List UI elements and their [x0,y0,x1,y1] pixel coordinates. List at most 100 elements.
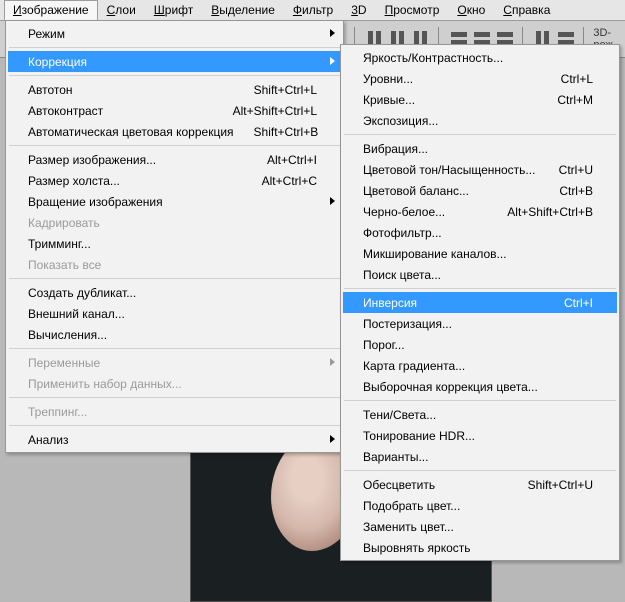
menu-separator [9,397,340,398]
menu-item-label: Выборочная коррекция цвета... [363,380,593,394]
menu-item[interactable]: Выровнять яркость [343,537,617,558]
menu-item[interactable]: Цветовой тон/Насыщенность...Ctrl+U [343,159,617,180]
menu-item[interactable]: Создать дубликат... [8,282,341,303]
menu-item-label: Уровни... [363,72,541,86]
menu-item[interactable]: Внешний канал... [8,303,341,324]
menu-separator [344,288,616,289]
menu-item[interactable]: Тени/Света... [343,404,617,425]
menu-item-label: Цветовой баланс... [363,184,539,198]
menu-item-label: Размер изображения... [28,153,247,167]
menu-item[interactable]: Тримминг... [8,233,341,254]
menu-separator [9,75,340,76]
menubar-item[interactable]: Просмотр [376,0,449,21]
menu-item-label: Постеризация... [363,317,593,331]
menu-item-label: Вычисления... [28,328,317,342]
menu-item[interactable]: АвтоконтрастAlt+Shift+Ctrl+L [8,100,341,121]
menu-item[interactable]: Анализ [8,429,341,450]
menu-item-label: Автотон [28,83,234,97]
menu-item-label: Создать дубликат... [28,286,317,300]
menu-item-label: Анализ [28,433,317,447]
menu-item[interactable]: Тонирование HDR... [343,425,617,446]
menu-item-label: Коррекция [28,55,317,69]
menu-item-label: Цветовой тон/Насыщенность... [363,163,539,177]
menu-item[interactable]: Вычисления... [8,324,341,345]
menu-item[interactable]: Вибрация... [343,138,617,159]
menu-separator [9,348,340,349]
menu-item[interactable]: Порог... [343,334,617,355]
menu-item-label: Карта градиента... [363,359,593,373]
menu-separator [9,145,340,146]
menu-item-label: Кривые... [363,93,537,107]
menu-item-label: Фотофильтр... [363,226,593,240]
image-menu-dropdown: Режим Коррекция Автотон Shift+Ctrl+L Автокон… [5,20,344,453]
menu-item-label: Переменные [28,356,317,370]
menu-item[interactable]: Постеризация... [343,313,617,334]
menu-item-label: Внешний канал... [28,307,317,321]
menu-item-label: Вращение изображения [28,195,317,209]
menu-item[interactable]: Размер холста... Alt+Ctrl+C [8,170,341,191]
submenu-arrow-icon [330,57,335,65]
menu-item[interactable]: Поиск цвета... [343,264,617,285]
menu-item[interactable]: Черно-белое... Alt+Shift+Ctrl+B [343,201,617,222]
menu-item[interactable]: Уровни... Ctrl+L [343,68,617,89]
menu-item-label: Выровнять яркость [363,541,593,555]
menu-item-shortcut: Ctrl+I [564,296,593,310]
menu-item-shortcut: Alt+Shift+Ctrl+L [233,104,317,118]
submenu-arrow-icon [330,29,335,37]
menu-item[interactable]: Подобрать цвет... [343,495,617,516]
menu-item[interactable]: Коррекция [8,51,341,72]
menu-item[interactable]: Кривые...Ctrl+M [343,89,617,110]
submenu-arrow-icon [330,435,335,443]
menu-item-label: Кадрировать [28,216,317,230]
menu-item[interactable]: Варианты... [343,446,617,467]
menu-item: Кадрировать [8,212,341,233]
menubar-item[interactable]: Фильтр [284,0,342,21]
menu-item[interactable]: ИнверсияCtrl+I [343,292,617,313]
menubar-item[interactable]: 3D [342,0,375,21]
menu-item[interactable]: Фотофильтр... [343,222,617,243]
menu-item-shortcut: Alt+Ctrl+C [262,174,317,188]
menu-item[interactable]: Выборочная коррекция цвета... [343,376,617,397]
menu-item-shortcut: Shift+Ctrl+L [254,83,317,97]
menu-item-label: Подобрать цвет... [363,499,593,513]
menu-separator [9,425,340,426]
menubar-item[interactable]: Справка [494,0,559,21]
submenu-arrow-icon [330,358,335,366]
menu-item-label: Экспозиция... [363,114,593,128]
menu-item[interactable]: Карта градиента... [343,355,617,376]
menu-item[interactable]: Экспозиция... [343,110,617,131]
menu-item[interactable]: Автотон Shift+Ctrl+L [8,79,341,100]
menu-item-label: Поиск цвета... [363,268,593,282]
menu-item-shortcut: Shift+Ctrl+B [254,125,319,139]
menubar-item[interactable]: Изображение [4,0,98,21]
menu-item-shortcut: Ctrl+L [561,72,593,86]
menu-item[interactable]: Автоматическая цветовая коррекция Shift+C… [8,121,341,142]
menu-item-label: Вибрация... [363,142,593,156]
menu-item-label: Тримминг... [28,237,317,251]
menu-separator [344,134,616,135]
menu-item[interactable]: Яркость/Контрастность... [343,47,617,68]
menu-item-label: Тонирование HDR... [363,429,593,443]
menu-item[interactable]: Вращение изображения [8,191,341,212]
menu-item: Применить набор данных... [8,373,341,394]
menu-item-shortcut: Alt+Shift+Ctrl+B [507,205,593,219]
menu-item[interactable]: Режим [8,23,341,44]
menu-item[interactable]: ОбесцветитьShift+Ctrl+U [343,474,617,495]
menubar-item[interactable]: Слои [98,0,145,21]
menu-item-label: Черно-белое... [363,205,487,219]
menu-item[interactable]: Цветовой баланс...Ctrl+B [343,180,617,201]
menubar-item[interactable]: Окно [448,0,494,21]
menu-item[interactable]: Размер изображения...Alt+Ctrl+I [8,149,341,170]
menu-item[interactable]: Заменить цвет... [343,516,617,537]
menubar-item[interactable]: Шрифт [145,0,202,21]
menu-item-label: Автоматическая цветовая коррекция [28,125,234,139]
menu-item-label: Режим [28,27,317,41]
menu-item-label: Размер холста... [28,174,242,188]
menu-item-label: Показать все [28,258,317,272]
menu-item[interactable]: Микширование каналов... [343,243,617,264]
menu-item-label: Микширование каналов... [363,247,593,261]
menubar-item[interactable]: Выделение [202,0,284,21]
menu-item-label: Яркость/Контрастность... [363,51,593,65]
menu-separator [9,47,340,48]
menu-separator [9,278,340,279]
